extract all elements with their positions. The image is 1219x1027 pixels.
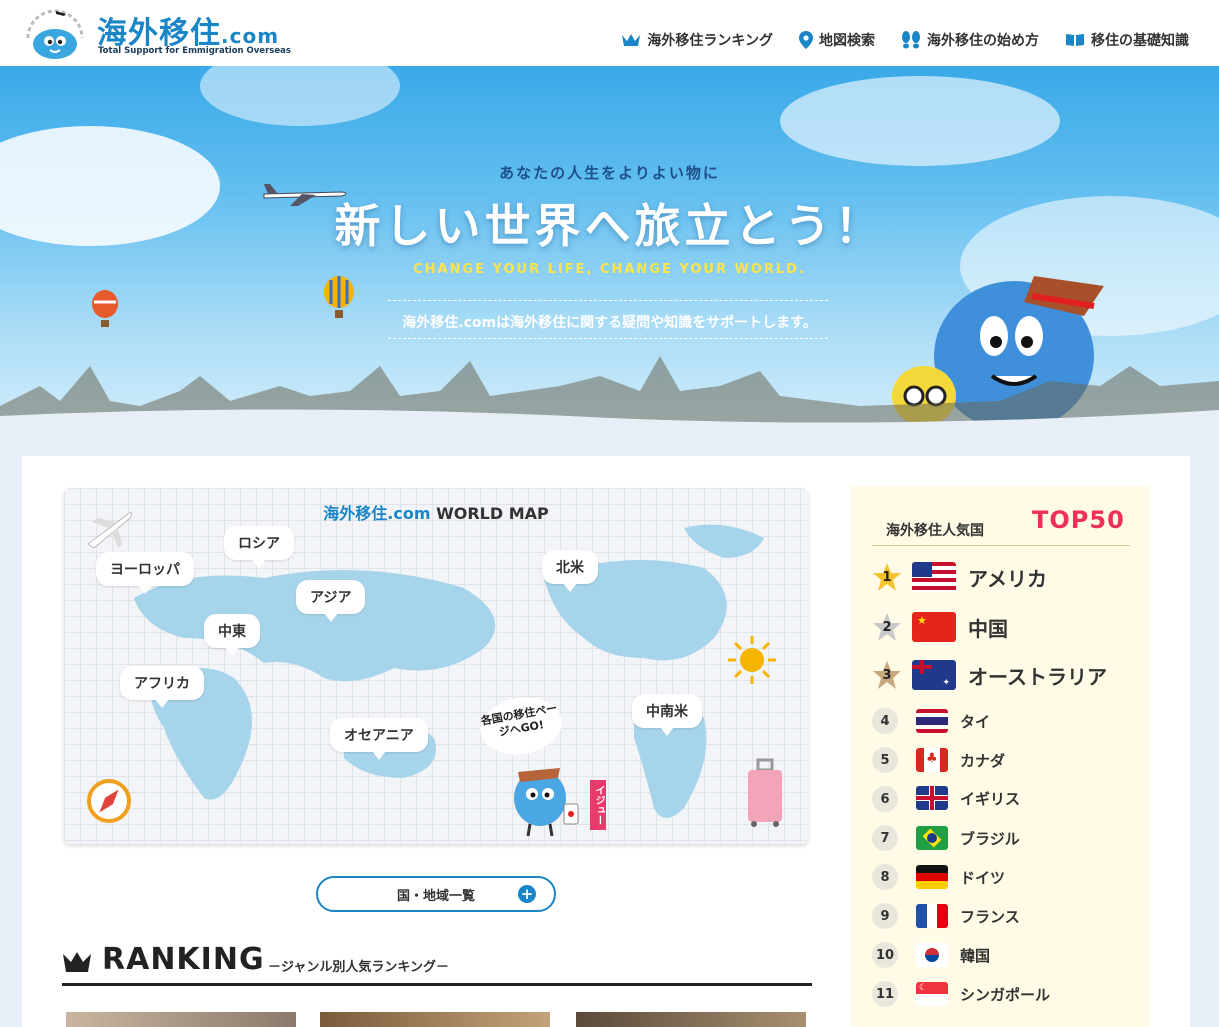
ranking-thumbnail[interactable] <box>576 1012 806 1027</box>
country-rank-item[interactable]: 9 フランス <box>872 903 1020 929</box>
popular-countries-sidebar: 海外移住人気国 TOP50 1 アメリカ 2 ★ 中国 3 ✦ オーストラリア … <box>850 486 1150 1027</box>
ranking-subtitle: －ジャンル別人気ランキング－ <box>268 960 449 975</box>
country-name: 韓国 <box>960 946 991 965</box>
nav-basics[interactable]: 移住の基礎知識 <box>1065 30 1189 50</box>
ranking-section-heading: RANKING －ジャンル別人気ランキング－ <box>62 940 812 986</box>
country-rank-item[interactable]: 7 ブラジル <box>872 825 1020 851</box>
suitcase-icon <box>748 758 782 827</box>
country-list-label: 国・地域一覧 <box>396 888 475 904</box>
region-russia[interactable]: ロシア <box>224 526 294 568</box>
region-europe[interactable]: ヨーロッパ <box>96 552 194 594</box>
region-asia[interactable]: アジア <box>296 580 366 622</box>
country-rank-item[interactable]: 8 ドイツ <box>872 864 1005 890</box>
country-name: カナダ <box>960 751 1006 770</box>
country-list-button[interactable]: 国・地域一覧 + <box>316 876 556 912</box>
bronze-star-badge: 3 <box>872 660 902 690</box>
fr-flag <box>916 904 948 928</box>
cloud-decoration <box>200 66 400 126</box>
br-flag <box>916 826 948 850</box>
nav-how-to-start-label: 海外移住の始め方 <box>927 33 1039 49</box>
region-middle-east[interactable]: 中東 <box>204 614 260 656</box>
mascot-illustration <box>514 768 579 837</box>
country-rank-item[interactable]: 2 ★ 中国 <box>872 612 1008 642</box>
th-flag <box>916 709 948 733</box>
rank-number: 8 <box>872 864 898 890</box>
country-name: タイ <box>960 712 991 731</box>
compass-icon <box>87 779 131 823</box>
country-name: フランス <box>960 907 1020 926</box>
au-flag: ✦ <box>912 660 956 690</box>
us-flag <box>912 562 956 592</box>
site-header: 海外移住.com Total Support for Emmigration O… <box>0 0 1219 66</box>
nav-basics-label: 移住の基礎知識 <box>1091 33 1189 49</box>
country-rank-item[interactable]: 5 ♣ カナダ <box>872 747 1005 773</box>
divider <box>388 338 828 339</box>
country-name: ブラジル <box>960 829 1020 848</box>
ranking-thumbnail[interactable] <box>66 1012 296 1027</box>
cloud-decoration <box>780 76 1060 166</box>
main-content: 海外移住.com WORLD MAP ヨーロッパ ロシア アジア 中東 アフリカ… <box>22 456 1190 1027</box>
country-name: オーストラリア <box>968 664 1107 689</box>
rank-number: 7 <box>872 825 898 851</box>
nav-ranking[interactable]: 海外移住ランキング <box>621 30 773 50</box>
de-flag <box>916 865 948 889</box>
footprints-icon <box>902 31 920 49</box>
rank-number: 11 <box>872 981 898 1007</box>
ca-flag: ♣ <box>916 748 948 772</box>
country-name: ドイツ <box>960 868 1006 887</box>
gold-star-badge: 1 <box>872 562 902 592</box>
kr-flag <box>916 943 948 967</box>
map-title: 海外移住.com WORLD MAP <box>323 504 549 523</box>
silver-star-badge: 2 <box>872 612 902 642</box>
region-oceania[interactable]: オセアニア <box>330 718 428 760</box>
region-north-america[interactable]: 北米 <box>542 550 598 592</box>
crown-icon <box>63 952 91 972</box>
map-pin-icon <box>799 31 813 49</box>
nav-how-to-start[interactable]: 海外移住の始め方 <box>901 30 1039 50</box>
ranking-title: RANKING <box>102 942 265 977</box>
country-rank-item[interactable]: 11 ☾ シンガポール <box>872 981 1050 1007</box>
gb-flag <box>916 786 948 810</box>
rank-number: 4 <box>872 708 898 734</box>
region-africa[interactable]: アフリカ <box>120 666 204 708</box>
plus-circle-icon: + <box>518 885 536 903</box>
cn-flag: ★ <box>912 612 956 642</box>
country-rank-item[interactable]: 4 タイ <box>872 708 990 734</box>
hero-kicker: あなたの人生をよりよい物に <box>499 164 720 182</box>
sun-icon <box>728 636 776 684</box>
mascot-logo-icon <box>26 9 84 59</box>
sidebar-top-badge: TOP50 <box>1032 506 1125 534</box>
sidebar-heading: 海外移住人気国 TOP50 <box>872 500 1130 546</box>
country-name: アメリカ <box>968 566 1047 591</box>
sidebar-label: 海外移住人気国 <box>886 523 984 539</box>
rank-number: 5 <box>872 747 898 773</box>
country-name: イギリス <box>960 789 1021 808</box>
main-nav: 海外移住ランキング 地図検索 海外移住の始め方 移住の基礎知識 <box>621 30 1189 50</box>
nav-ranking-label: 海外移住ランキング <box>647 33 773 49</box>
site-logo[interactable]: 海外移住.com Total Support for Emmigration O… <box>22 6 291 62</box>
country-rank-item[interactable]: 1 アメリカ <box>872 562 1047 592</box>
country-rank-item[interactable]: 10 韓国 <box>872 942 990 968</box>
nav-map-search[interactable]: 地図検索 <box>799 30 875 50</box>
airplane-icon <box>87 512 133 549</box>
book-icon <box>1066 34 1084 46</box>
sg-flag: ☾ <box>916 982 948 1006</box>
mascot-name-tag: イジュー <box>590 780 606 830</box>
hero-banner: あなたの人生をよりよい物に 新しい世界へ旅立とう！ CHANGE YOUR LI… <box>0 66 1219 438</box>
rank-number: 10 <box>872 942 898 968</box>
ranking-thumbnail[interactable] <box>320 1012 550 1027</box>
nav-map-search-label: 地図検索 <box>819 33 875 49</box>
crown-icon <box>622 34 641 46</box>
divider <box>388 300 828 301</box>
country-name: シンガポール <box>960 985 1051 1004</box>
landmarks-skyline <box>0 356 1219 438</box>
rank-number: 9 <box>872 903 898 929</box>
world-map: 海外移住.com WORLD MAP ヨーロッパ ロシア アジア 中東 アフリカ… <box>64 488 808 844</box>
rank-number: 6 <box>872 786 898 812</box>
logo-tagline: Total Support for Emmigration Overseas <box>98 46 291 56</box>
country-name: 中国 <box>968 616 1008 641</box>
country-rank-item[interactable]: 3 ✦ オーストラリア <box>872 660 1107 690</box>
region-latin-america[interactable]: 中南米 <box>632 694 702 736</box>
